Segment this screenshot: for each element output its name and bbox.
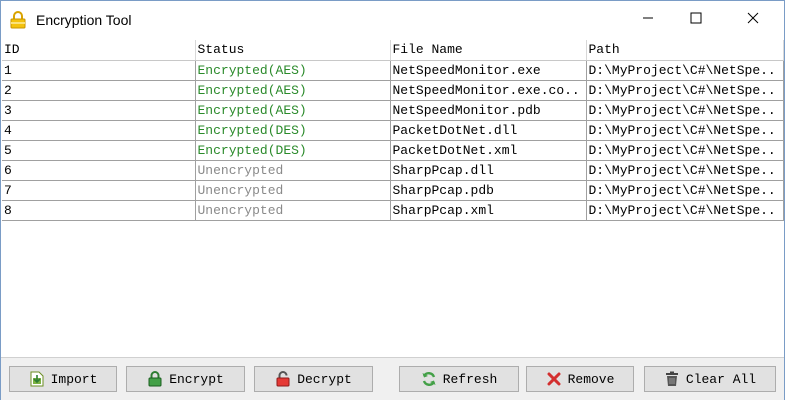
clear-all-label: Clear All bbox=[685, 371, 757, 387]
cell-id: 6 bbox=[2, 160, 196, 181]
remove-label: Remove bbox=[567, 371, 615, 387]
cell-id: 1 bbox=[2, 60, 196, 81]
cell-status: Unencrypted bbox=[195, 160, 391, 181]
lock-icon bbox=[10, 11, 26, 29]
import-icon bbox=[29, 371, 45, 387]
minimize-button[interactable] bbox=[625, 1, 671, 39]
close-button[interactable] bbox=[730, 1, 776, 39]
table-row[interactable]: 7 Unencrypted SharpPcap.pdb D:\MyProject… bbox=[2, 180, 784, 201]
table-row[interactable]: 2 Encrypted(AES) NetSpeedMonitor.exe.co.… bbox=[2, 80, 784, 101]
encrypt-label: Encrypt bbox=[169, 371, 224, 387]
cell-file-name: NetSpeedMonitor.pdb bbox=[390, 100, 587, 121]
locked-padlock-icon bbox=[147, 371, 163, 387]
cell-path: D:\MyProject\C#\NetSpe.. bbox=[586, 200, 784, 221]
cell-id: 4 bbox=[2, 120, 196, 141]
cell-status: Unencrypted bbox=[195, 200, 391, 221]
cell-file-name: PacketDotNet.dll bbox=[390, 120, 587, 141]
cell-status: Encrypted(AES) bbox=[195, 60, 391, 81]
cell-path: D:\MyProject\C#\NetSpe.. bbox=[586, 160, 784, 181]
encrypt-button[interactable]: Encrypt bbox=[126, 366, 245, 392]
bottom-toolbar: Import Encrypt Decrypt Refresh Remove Cl… bbox=[1, 357, 784, 400]
cell-file-name: PacketDotNet.xml bbox=[390, 140, 587, 161]
cell-path: D:\MyProject\C#\NetSpe.. bbox=[586, 120, 784, 141]
refresh-label: Refresh bbox=[442, 371, 498, 387]
cell-id: 8 bbox=[2, 200, 196, 221]
file-list-table[interactable]: ID Status File Name Path 1 Encrypted(AES… bbox=[2, 40, 784, 356]
maximize-icon bbox=[690, 11, 702, 29]
remove-button[interactable]: Remove bbox=[526, 366, 634, 392]
column-header-id[interactable]: ID bbox=[2, 40, 196, 61]
cell-id: 5 bbox=[2, 140, 196, 161]
unlocked-padlock-icon bbox=[275, 371, 291, 387]
refresh-icon bbox=[421, 371, 437, 387]
cell-id: 2 bbox=[2, 80, 196, 101]
cell-status: Encrypted(AES) bbox=[195, 80, 391, 101]
decrypt-button[interactable]: Decrypt bbox=[254, 366, 373, 392]
cell-status: Unencrypted bbox=[195, 180, 391, 201]
cell-id: 3 bbox=[2, 100, 196, 121]
import-button[interactable]: Import bbox=[9, 366, 117, 392]
cell-path: D:\MyProject\C#\NetSpe.. bbox=[586, 100, 784, 121]
table-row[interactable]: 8 Unencrypted SharpPcap.xml D:\MyProject… bbox=[2, 200, 784, 221]
table-row[interactable]: 6 Unencrypted SharpPcap.dll D:\MyProject… bbox=[2, 160, 784, 181]
import-label: Import bbox=[50, 371, 98, 387]
decrypt-label: Decrypt bbox=[297, 371, 352, 387]
cell-file-name: NetSpeedMonitor.exe bbox=[390, 60, 587, 81]
table-row[interactable]: 1 Encrypted(AES) NetSpeedMonitor.exe D:\… bbox=[2, 60, 784, 81]
cell-path: D:\MyProject\C#\NetSpe.. bbox=[586, 140, 784, 161]
clear-all-button[interactable]: Clear All bbox=[644, 366, 776, 392]
column-header-file-name[interactable]: File Name bbox=[390, 40, 587, 61]
table-row[interactable]: 3 Encrypted(AES) NetSpeedMonitor.pdb D:\… bbox=[2, 100, 784, 121]
maximize-button[interactable] bbox=[673, 1, 719, 39]
cell-path: D:\MyProject\C#\NetSpe.. bbox=[586, 60, 784, 81]
minimize-icon bbox=[642, 11, 654, 29]
cell-file-name: SharpPcap.pdb bbox=[390, 180, 587, 201]
cell-status: Encrypted(AES) bbox=[195, 100, 391, 121]
cell-path: D:\MyProject\C#\NetSpe.. bbox=[586, 180, 784, 201]
close-icon bbox=[747, 11, 759, 29]
cell-status: Encrypted(DES) bbox=[195, 120, 391, 141]
cell-id: 7 bbox=[2, 180, 196, 201]
window-title: Encryption Tool bbox=[36, 12, 132, 28]
cell-file-name: SharpPcap.dll bbox=[390, 160, 587, 181]
cell-status: Encrypted(DES) bbox=[195, 140, 391, 161]
cell-file-name: NetSpeedMonitor.exe.co.. bbox=[390, 80, 587, 101]
table-header: ID Status File Name Path bbox=[2, 40, 784, 61]
table-row[interactable]: 5 Encrypted(DES) PacketDotNet.xml D:\MyP… bbox=[2, 140, 784, 161]
refresh-button[interactable]: Refresh bbox=[399, 366, 519, 392]
column-header-status[interactable]: Status bbox=[195, 40, 391, 61]
cell-path: D:\MyProject\C#\NetSpe.. bbox=[586, 80, 784, 101]
cell-file-name: SharpPcap.xml bbox=[390, 200, 587, 221]
trash-icon bbox=[664, 371, 680, 387]
table-row[interactable]: 4 Encrypted(DES) PacketDotNet.dll D:\MyP… bbox=[2, 120, 784, 141]
remove-icon bbox=[546, 371, 562, 387]
title-bar[interactable]: Encryption Tool bbox=[1, 1, 784, 39]
column-header-path[interactable]: Path bbox=[586, 40, 784, 61]
app-window: Encryption Tool ID Status File Name Path… bbox=[0, 0, 785, 400]
